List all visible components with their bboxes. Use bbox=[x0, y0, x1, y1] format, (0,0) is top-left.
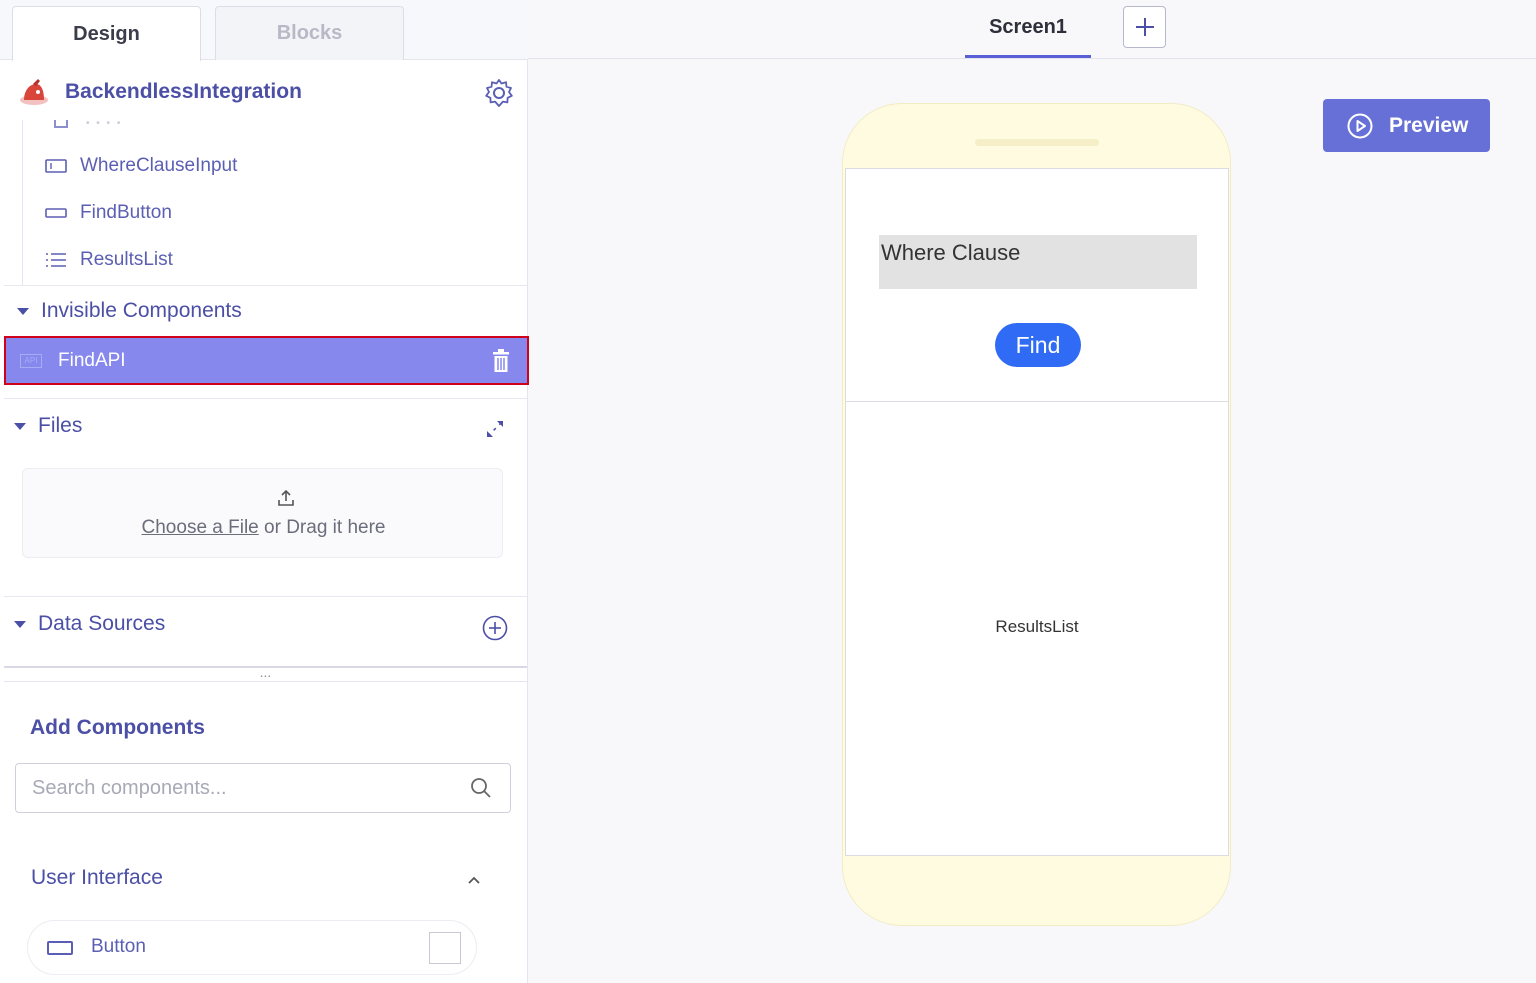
upload-icon bbox=[278, 489, 294, 506]
preview-button[interactable]: Preview bbox=[1323, 99, 1490, 152]
data-sources-header[interactable]: Data Sources bbox=[14, 609, 165, 639]
palette-item-button[interactable]: Button bbox=[27, 920, 477, 975]
api-icon: API bbox=[20, 353, 42, 368]
section-title: Invisible Components bbox=[41, 299, 242, 322]
editor-tabs: Design Blocks bbox=[0, 0, 528, 61]
component-item-resultslist[interactable]: ResultsList bbox=[44, 243, 504, 277]
phone-screen: Where Clause Find ResultsList bbox=[845, 168, 1229, 856]
tab-blocks[interactable]: Blocks bbox=[215, 6, 404, 60]
partial-component-icon bbox=[54, 120, 68, 128]
project-name[interactable]: BackendlessIntegration bbox=[65, 80, 302, 104]
screen-tab-label: Screen1 bbox=[989, 16, 1067, 38]
section-title: Files bbox=[38, 414, 83, 437]
tree-guide-line bbox=[22, 120, 23, 285]
search-icon[interactable] bbox=[470, 777, 492, 799]
caret-down-icon bbox=[17, 307, 29, 315]
section-divider bbox=[4, 398, 527, 399]
add-components-title: Add Components bbox=[30, 716, 205, 739]
palette-item-label: Button bbox=[91, 936, 146, 957]
project-header: BackendlessIntegration bbox=[0, 62, 528, 122]
component-label: FindButton bbox=[80, 202, 172, 223]
dropzone-text: Choose a File or Drag it here bbox=[23, 517, 504, 539]
file-dropzone[interactable]: Choose a File or Drag it here bbox=[22, 468, 503, 558]
chevron-up-icon[interactable] bbox=[466, 872, 482, 888]
component-search-box bbox=[15, 763, 511, 813]
results-list[interactable]: ResultsList bbox=[846, 617, 1228, 637]
header-divider bbox=[528, 58, 1536, 59]
play-circle-icon bbox=[1347, 113, 1373, 138]
checkbox[interactable] bbox=[429, 932, 461, 964]
section-divider bbox=[4, 285, 527, 286]
project-logo-icon bbox=[20, 79, 48, 105]
component-label: FindAPI bbox=[58, 349, 126, 371]
drag-text: or Drag it here bbox=[258, 517, 386, 538]
caret-down-icon bbox=[14, 422, 26, 430]
caret-down-icon bbox=[14, 620, 26, 628]
component-item-whereclauseinput[interactable]: WhereClauseInput bbox=[44, 149, 504, 183]
section-title: Data Sources bbox=[38, 612, 166, 635]
left-panel: Design Blocks BackendlessIntegration • •… bbox=[0, 0, 529, 983]
trash-icon[interactable] bbox=[491, 349, 511, 373]
plus-icon bbox=[1135, 18, 1154, 36]
phone-mockup: Where Clause Find ResultsList bbox=[842, 103, 1231, 926]
choose-file-link[interactable]: Choose a File bbox=[142, 517, 259, 538]
section-divider bbox=[4, 596, 527, 597]
button-icon bbox=[44, 204, 68, 222]
app-root: Design Blocks BackendlessIntegration • •… bbox=[0, 0, 1536, 983]
preview-label: Preview bbox=[1389, 113, 1469, 137]
screen-separator bbox=[846, 401, 1228, 402]
search-input[interactable] bbox=[32, 774, 452, 802]
files-header[interactable]: Files bbox=[14, 411, 82, 441]
invisible-components-header[interactable]: Invisible Components bbox=[17, 296, 242, 326]
component-item-findbutton[interactable]: FindButton bbox=[44, 196, 504, 230]
list-icon bbox=[44, 251, 68, 269]
add-screen-button[interactable] bbox=[1123, 6, 1166, 48]
add-data-source-icon[interactable] bbox=[482, 615, 508, 641]
component-label: WhereClauseInput bbox=[80, 155, 238, 176]
phone-speaker bbox=[975, 139, 1099, 146]
gear-icon[interactable] bbox=[484, 78, 514, 108]
component-label: ResultsList bbox=[80, 249, 173, 270]
expand-icon[interactable] bbox=[484, 418, 506, 440]
partial-component-label: • • • • bbox=[86, 118, 123, 129]
invisible-item-findapi[interactable]: API FindAPI bbox=[4, 336, 529, 385]
find-button[interactable]: Find bbox=[995, 323, 1081, 367]
user-interface-header[interactable]: User Interface bbox=[31, 866, 163, 890]
where-clause-textbox[interactable]: Where Clause bbox=[879, 235, 1197, 289]
tab-design[interactable]: Design bbox=[12, 6, 201, 61]
tab-screen1[interactable]: Screen1 bbox=[965, 0, 1091, 58]
textbox-icon bbox=[44, 157, 68, 175]
button-icon bbox=[47, 941, 73, 955]
panel-resize-handle[interactable]: ... bbox=[4, 665, 527, 682]
